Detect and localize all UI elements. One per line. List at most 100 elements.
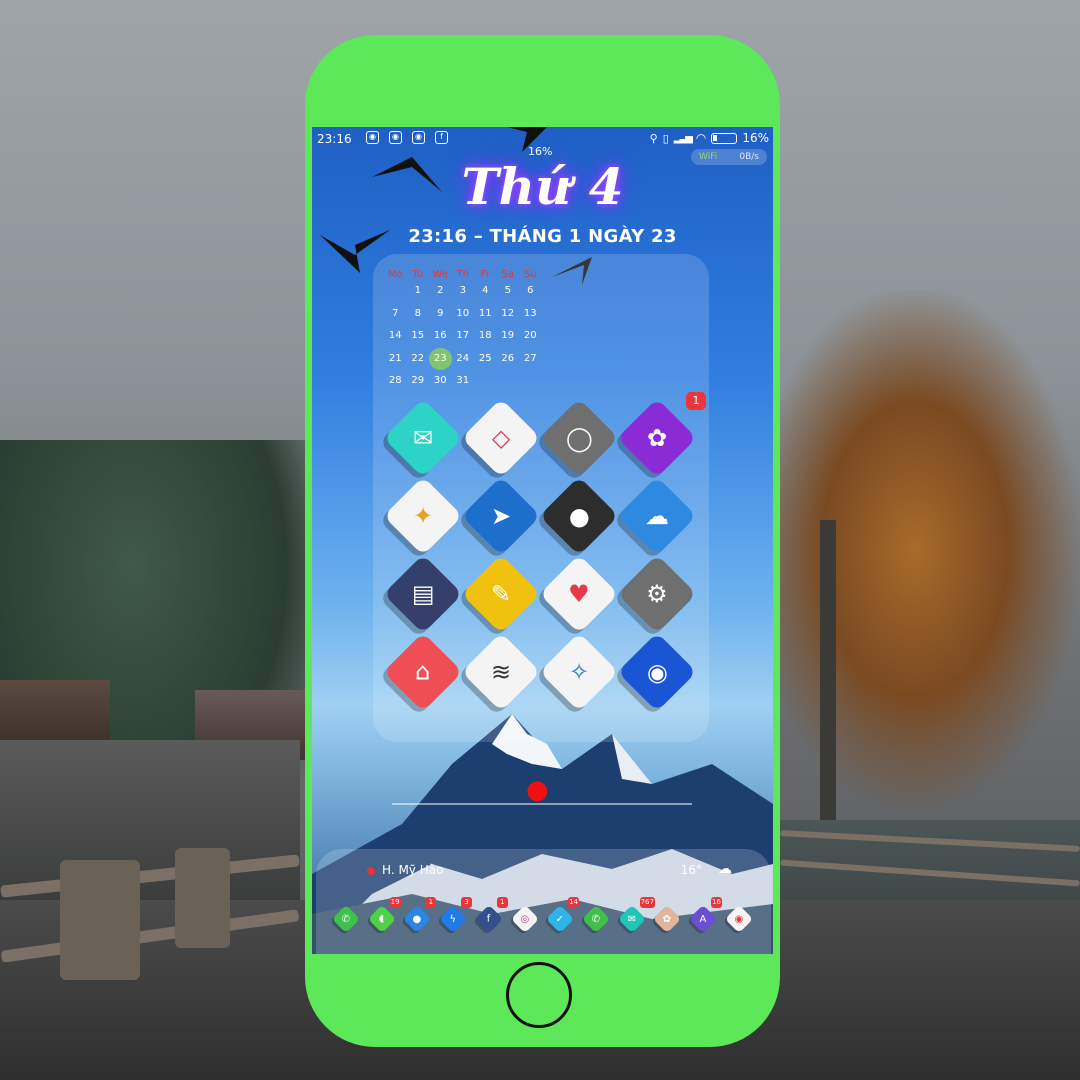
date-line: 23:16 – THÁNG 1 NGÀY 23 (408, 226, 677, 247)
cloud-app-icon: ☁ (645, 502, 669, 530)
calendar-day: 14 (388, 330, 402, 341)
calendar-day: 17 (456, 330, 470, 341)
rotation-lock-icon: ▯ (662, 131, 669, 145)
chat-app-icon: ● (413, 913, 422, 925)
whatsapp-app-icon: ✆ (591, 913, 601, 925)
calendar-day: 23 (429, 347, 452, 370)
calendar-day: 3 (459, 285, 466, 296)
messages-app-icon: ◖ (379, 913, 385, 925)
message-icon: ◉ (366, 131, 379, 144)
battery-icon (711, 132, 738, 144)
mail-app-icon: ✉ (412, 423, 434, 452)
weekday-label: Mo (387, 269, 403, 280)
record-app-icon: ● (568, 501, 590, 530)
calendar-day: 31 (456, 375, 470, 386)
calendar-day: 15 (411, 330, 425, 341)
calendar-day: 18 (478, 330, 492, 341)
weekday-label: Fr (480, 269, 490, 280)
battery-percent: 16% (742, 131, 769, 145)
camera-app-icon: ◯ (565, 423, 593, 452)
message-icon: ◉ (412, 131, 425, 144)
notification-badge: 1 (496, 897, 508, 908)
mail2-app-icon: ✉ (627, 913, 636, 925)
facebook-icon: f (435, 131, 448, 144)
calendar-day: 22 (411, 352, 425, 364)
flower-app-icon: ✿ (646, 423, 668, 452)
calendar-day: 6 (527, 285, 534, 296)
message-icon: ◉ (389, 131, 402, 144)
calendar-day: 25 (478, 352, 492, 364)
calendar-day: 9 (437, 307, 444, 319)
phone-app-icon: ✆ (341, 913, 351, 925)
calendar-day: 12 (501, 307, 515, 319)
cloud-icon: ☁ (718, 861, 732, 877)
wifi-icon: ◠ (695, 131, 707, 145)
calendar-day: 1 (414, 285, 421, 296)
weekday-label: Su (523, 269, 537, 280)
calendar-day: 4 (482, 285, 489, 296)
status-time: 23:16 (317, 132, 352, 146)
messenger-app-icon: ϟ (449, 913, 457, 925)
calendar-day: 13 (523, 307, 537, 319)
calendar-day: 28 (388, 375, 402, 386)
status-right-group: ⚲ ▯ ▂▃▅ ◠ 16% (650, 131, 769, 145)
photos-app-icon: ✿ (663, 913, 672, 925)
calendar-day (474, 370, 497, 393)
appstore-app-icon: A (699, 913, 707, 925)
notification-badge: 16 (711, 897, 722, 908)
calendar-day: 29 (411, 375, 425, 386)
calendar-day: 26 (501, 352, 515, 364)
calendar-day: 16 (433, 330, 447, 341)
weekday-label: We (432, 269, 448, 280)
weekday-label: Sa (501, 269, 514, 280)
navigation-app-icon: ➤ (490, 501, 512, 530)
settings-app-icon: ⚙ (646, 579, 668, 608)
calendar-day: 8 (414, 307, 421, 319)
calendar-days: 1 2 3 4 5 6 7 8 9 10 11 12 13 14 15 16 17 18 19 20 21 22 23 24 2… (384, 280, 624, 393)
safari-app-icon: ✧ (568, 657, 590, 686)
airbnb-app-icon: ⌂ (415, 657, 431, 686)
home-button[interactable] (506, 962, 572, 1028)
phone-screen: 23:16 ◉ ◉ ◉ f ⚲ ▯ ▂▃▅ ◠ 16% 16% WiFi 0B/… (312, 127, 773, 954)
location-dot-icon (367, 867, 375, 875)
apple-logo-icon: ● (526, 775, 549, 805)
calendar-week: 21 22 23 24 25 26 27 (384, 347, 624, 370)
calendar-day: 30 (433, 375, 447, 386)
calendar-day: 10 (456, 307, 470, 319)
calendar-week: 1 2 3 4 5 6 (384, 280, 624, 303)
calendar-day: 21 (388, 352, 402, 364)
weekday-title: Thứ 4 (461, 157, 624, 216)
twitter-app-icon: ✓ (555, 913, 565, 925)
weather-location: H. Mỹ Hào (382, 863, 444, 877)
facebook-app-icon: f (487, 913, 491, 925)
calendar-day (519, 370, 542, 393)
calendar-weekdays: Mo Tu We Th Fr Sa Su (384, 269, 624, 280)
chrome-app-icon: ◉ (734, 913, 744, 925)
weather-temperature: 16° (680, 863, 702, 877)
soundwave-app-icon: ≋ (490, 657, 512, 686)
weather-bar: H. Mỹ Hào 16° ☁ (322, 859, 732, 883)
instagram-app-icon: ◎ (520, 913, 529, 925)
notification-badge: 19 (389, 897, 401, 908)
calendar-day (497, 370, 520, 393)
balloon-app-icon: ◉ (646, 657, 668, 686)
calendar-day: 27 (523, 352, 537, 364)
calendar-day: 7 (392, 307, 399, 319)
weekday-label: Th (456, 269, 469, 280)
calendar-day (384, 280, 407, 303)
calendar-day: 2 (437, 285, 444, 296)
pinwheel-app-icon: ✦ (412, 501, 434, 530)
notification-badge: 3 (461, 897, 473, 908)
calendar-week: 14 15 16 17 18 19 20 (384, 325, 624, 348)
calendar-day: 19 (501, 330, 515, 341)
location-icon: ⚲ (649, 131, 658, 145)
wallet-app-icon: ▤ (411, 580, 435, 608)
calendar-week: 7 8 9 10 11 12 13 (384, 303, 624, 326)
calendar-week: 28 29 30 31 (384, 370, 624, 393)
diamond-app-icon: ◇ (491, 424, 511, 452)
calendar-day: 24 (456, 352, 470, 364)
notification-badge: 1 (425, 897, 437, 908)
notification-badge: 14 (568, 897, 580, 908)
calendar-day: 20 (523, 330, 537, 341)
signal-icon: ▂▃▅ (673, 132, 693, 144)
